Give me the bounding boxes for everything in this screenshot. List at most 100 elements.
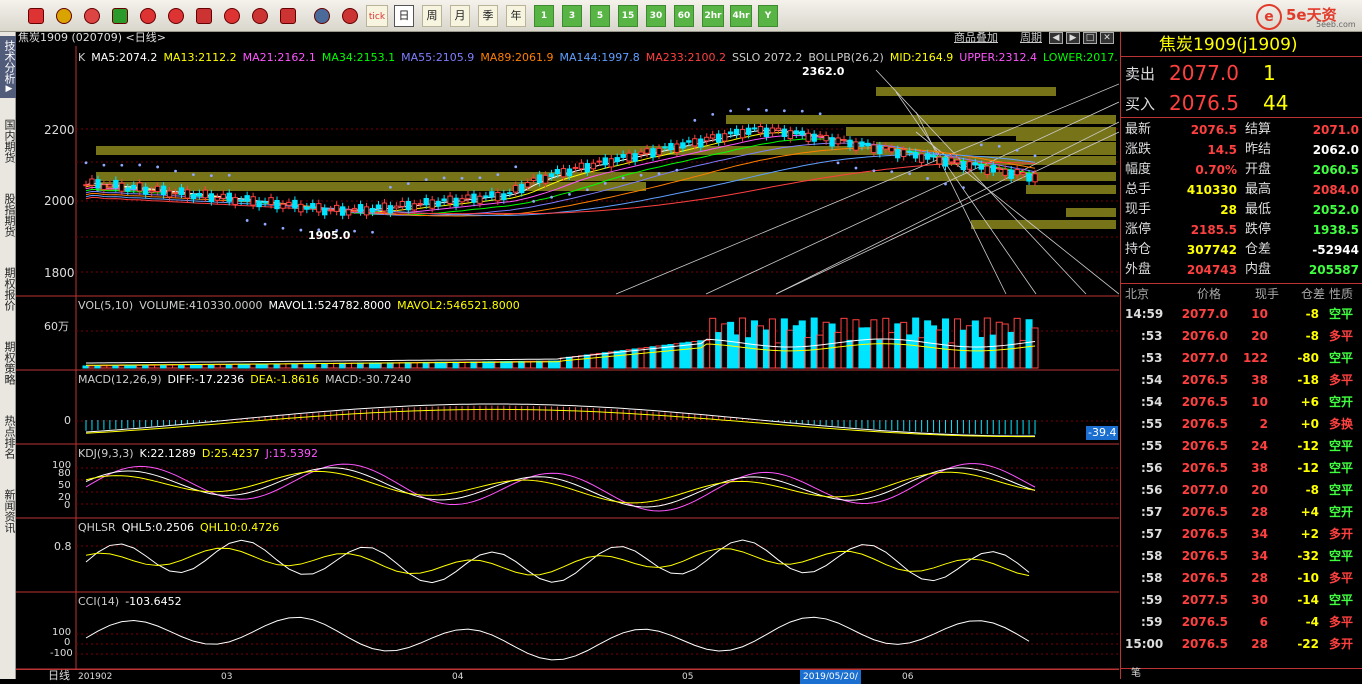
candle-body <box>763 127 770 137</box>
quote-field-label: 开盘 <box>1245 162 1272 177</box>
period-button-24[interactable]: 2hr <box>702 5 724 27</box>
tick-price: 2076.5 <box>1181 417 1228 431</box>
candle-body <box>298 203 304 213</box>
period-button-17[interactable]: 年 <box>506 5 526 27</box>
date-axis-corner: 日线 <box>48 669 70 682</box>
tick-row[interactable]: :57 2076.5 34 +2 多开 <box>1121 524 1362 544</box>
zoom-out-button[interactable] <box>164 5 188 27</box>
quote-field-label: 涨跌 <box>1125 142 1152 157</box>
date-axis: 日线 201902 03 04 05 06 2019/05/20/ <box>16 669 1119 684</box>
period-button-19[interactable]: 3 <box>562 5 582 27</box>
filter-button[interactable] <box>276 5 300 27</box>
sar-dot <box>729 109 733 113</box>
line-chart-button[interactable] <box>338 5 362 27</box>
candle-body <box>775 127 782 131</box>
sidebar-tab-4[interactable]: 期权策略 <box>0 332 16 394</box>
tick-row[interactable]: :56 2076.5 38 -12 空平 <box>1121 458 1362 478</box>
sidebar-tab-label: 股指期货 <box>3 193 16 237</box>
close-icon[interactable]: ✕ <box>1100 32 1114 44</box>
tick-time: :54 <box>1141 395 1163 409</box>
candle-body <box>781 128 788 137</box>
candle-body <box>692 138 698 147</box>
tick-row[interactable]: :57 2076.5 28 +4 空开 <box>1121 502 1362 522</box>
quote-field-value: 307742 <box>1186 243 1237 257</box>
period-button-13[interactable]: 日 <box>394 5 414 27</box>
tick-row[interactable]: :58 2076.5 34 -32 空平 <box>1121 546 1362 566</box>
period-button-26[interactable]: Y <box>758 5 778 27</box>
volume-bar <box>840 317 848 369</box>
period-button-18[interactable]: 1 <box>534 5 554 27</box>
tick-row[interactable]: :59 2076.5 6 -4 多平 <box>1121 612 1362 632</box>
f10-button[interactable] <box>80 5 104 27</box>
volume-bar <box>315 363 323 369</box>
candle-body <box>787 130 794 140</box>
tick-row[interactable]: :55 2076.5 24 -12 空平 <box>1121 436 1362 456</box>
period-button-12[interactable]: tick <box>366 5 388 27</box>
kdj-label-0: 0 <box>64 500 71 511</box>
tick-row[interactable]: 14:59 2077.0 10 -8 空平 <box>1121 304 1362 324</box>
period-button-25[interactable]: 4hr <box>730 5 752 27</box>
period-button-14[interactable]: 周 <box>422 5 442 27</box>
quote-field-label: 最新 <box>1125 122 1152 137</box>
period-button-16[interactable]: 季 <box>478 5 498 27</box>
pen-button[interactable] <box>220 5 244 27</box>
period-button-23[interactable]: 60 <box>674 5 694 27</box>
volume-bar <box>959 329 967 369</box>
period-link[interactable]: 周期 <box>1020 31 1042 45</box>
scroll-right-icon[interactable]: ▶ <box>1066 32 1080 44</box>
sar-dot <box>514 165 518 169</box>
tick-row[interactable]: :54 2076.5 38 -18 多平 <box>1121 370 1362 390</box>
tick-row[interactable]: :53 2076.0 20 -8 多平 <box>1121 326 1362 346</box>
tick-row[interactable]: :59 2077.5 30 -14 空平 <box>1121 590 1362 610</box>
refresh-button[interactable] <box>108 5 132 27</box>
tick-row[interactable]: 15:00 2076.5 28 -22 多开 <box>1121 634 1362 654</box>
period-button-21[interactable]: 15 <box>618 5 638 27</box>
tick-row[interactable]: :53 2077.0 122 -80 空平 <box>1121 348 1362 368</box>
window-button[interactable] <box>192 5 216 27</box>
sar-dot <box>174 169 177 173</box>
edit-button[interactable] <box>248 5 272 27</box>
diff-line <box>85 403 1036 437</box>
volume-bar <box>971 320 979 369</box>
period-button-20[interactable]: 5 <box>590 5 610 27</box>
tick-list[interactable]: 14:59 2077.0 10 -8 空平:53 2076.0 20 -8 多平:53 2077.… <box>1121 304 1362 656</box>
chart-area[interactable]: 焦炭1909 (020709) <日线> 商品叠加 周期 ◀ ▶ □ ✕ K MA… <box>16 31 1120 684</box>
period-button-15[interactable]: 月 <box>450 5 470 27</box>
candle-body <box>220 193 226 199</box>
tick-row[interactable]: :54 2076.5 10 +6 空开 <box>1121 392 1362 412</box>
sidebar-tab-1[interactable]: 国内期货 <box>0 110 16 172</box>
candle-body <box>131 184 137 190</box>
table-button[interactable] <box>310 5 334 27</box>
restore-icon[interactable]: □ <box>1083 32 1097 44</box>
tick-vol: 10 <box>1251 395 1268 409</box>
sar-dot <box>675 168 679 172</box>
tick-row[interactable]: :58 2076.5 28 -10 多平 <box>1121 568 1362 588</box>
volume-bar <box>864 327 872 369</box>
volume-bar <box>189 364 197 369</box>
home-button[interactable] <box>24 5 48 27</box>
sar-dot <box>389 185 392 189</box>
sidebar-tab-0[interactable]: 技术分析▶ <box>0 36 16 98</box>
quote-field-label: 最低 <box>1245 202 1272 217</box>
sidebar-tab-5[interactable]: 热点排名 <box>0 406 16 468</box>
database-icon <box>56 8 72 24</box>
sidebar-tab-2[interactable]: 股指期货 <box>0 184 16 246</box>
candle-body <box>369 207 376 213</box>
quote-field-value: 2071.0 <box>1312 123 1359 137</box>
sidebar-tab-6[interactable]: 新闻资讯 <box>0 480 16 542</box>
candle-body <box>142 186 149 195</box>
tick-row[interactable]: :56 2077.0 20 -8 空平 <box>1121 480 1362 500</box>
period-button-22[interactable]: 30 <box>646 5 666 27</box>
tick-type: 多平 <box>1329 571 1354 585</box>
zoom-in-button[interactable] <box>136 5 160 27</box>
cci-label-minus-100: -100 <box>50 648 73 659</box>
sidebar-tab-3[interactable]: 期权报价 <box>0 258 16 320</box>
scroll-left-icon[interactable]: ◀ <box>1049 32 1063 44</box>
database-button[interactable] <box>52 5 76 27</box>
tick-row[interactable]: :55 2076.5 2 +0 多换 <box>1121 414 1362 434</box>
sar-dot <box>406 182 410 186</box>
footer-tab[interactable]: 笔 <box>1131 669 1141 679</box>
qhl-legend: QHLSR QHL5:0.2506 QHL10:0.4726 <box>78 521 285 535</box>
tick-type: 空平 <box>1329 461 1354 475</box>
overlay-link[interactable]: 商品叠加 <box>954 31 998 45</box>
